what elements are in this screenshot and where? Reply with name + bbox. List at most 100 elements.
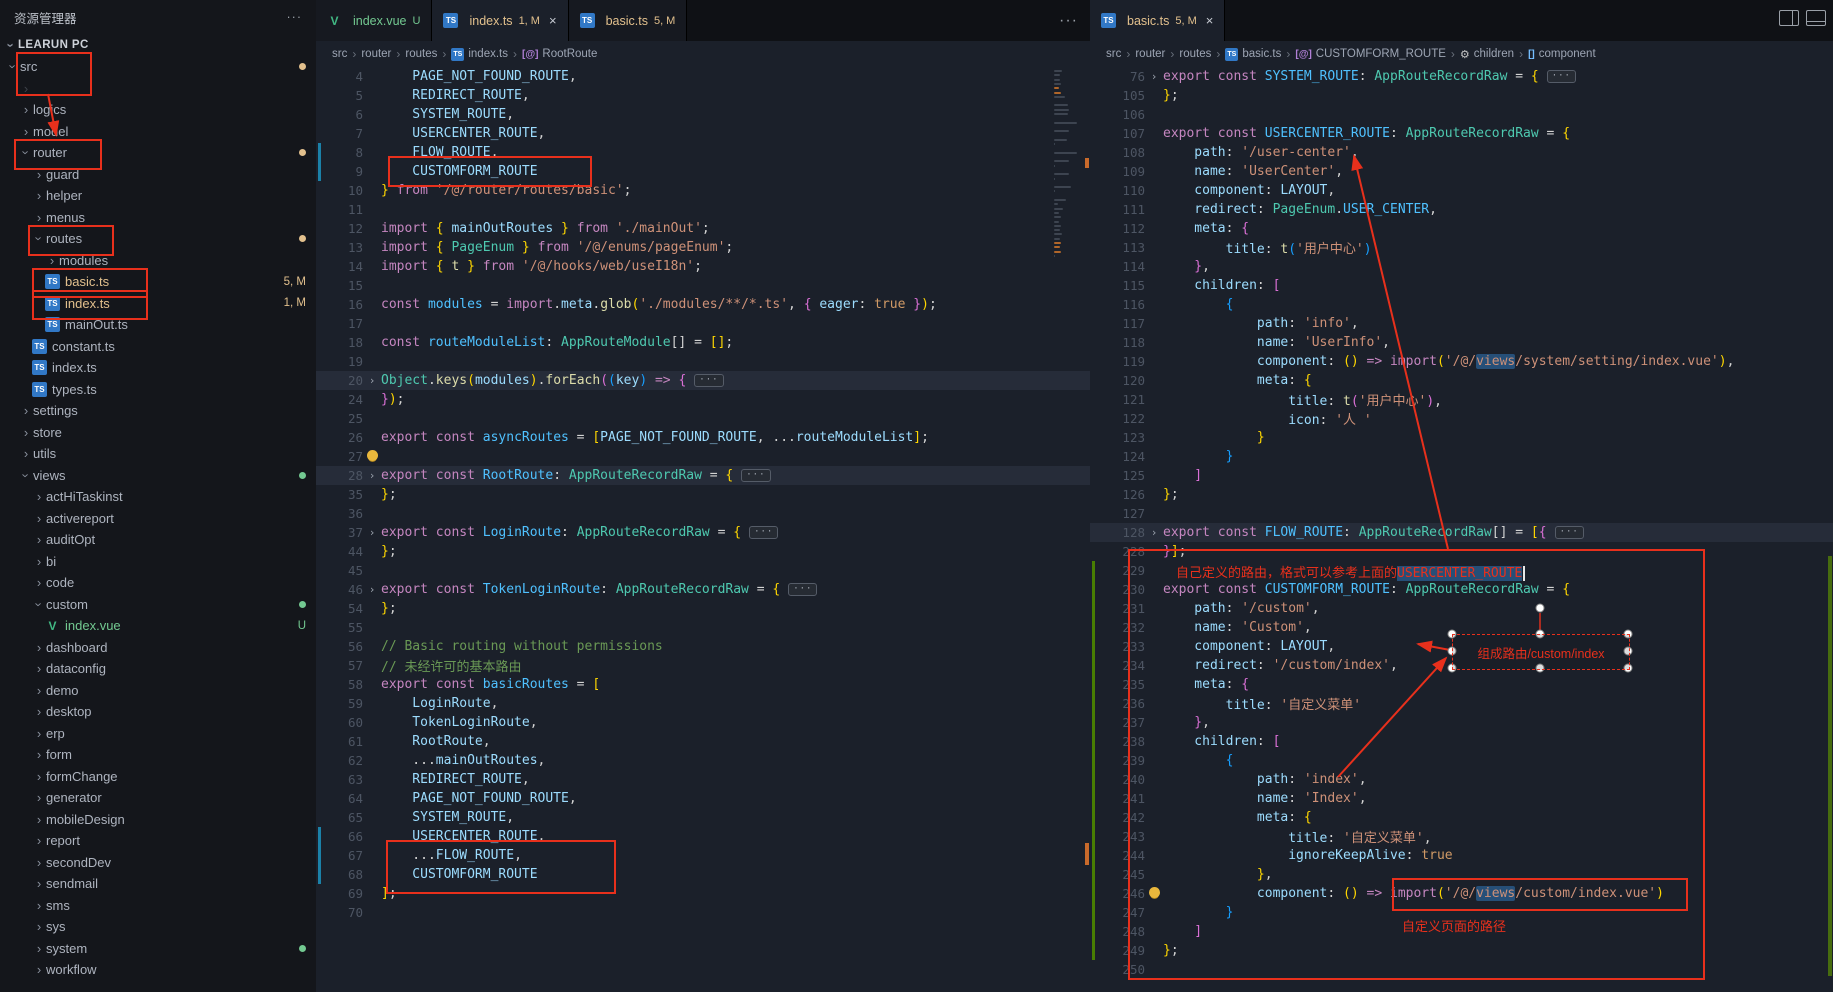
tree-item-code[interactable]: ›code xyxy=(0,572,316,594)
tree-item-sms[interactable]: ›sms xyxy=(0,895,316,917)
code-line-54[interactable]: 54}; xyxy=(316,599,1090,618)
tree-item-dashboard[interactable]: ›dashboard xyxy=(0,637,316,659)
folded-region-badge[interactable]: ··· xyxy=(694,374,723,387)
breadcrumb-item-src[interactable]: src xyxy=(1106,48,1121,60)
close-icon[interactable]: × xyxy=(549,13,557,28)
fold-chevron-icon[interactable]: › xyxy=(363,374,381,387)
code-line-116[interactable]: 116 { xyxy=(1090,295,1833,314)
code-line-68[interactable]: 68 CUSTOMFORM_ROUTE xyxy=(316,865,1090,884)
workspace-root[interactable]: › LEARUN PC xyxy=(0,34,316,56)
code-line-117[interactable]: 117 path: 'info', xyxy=(1090,314,1833,333)
code-line-248[interactable]: 248 ] xyxy=(1090,922,1833,941)
folded-region-badge[interactable]: ··· xyxy=(1547,70,1576,83)
breadcrumb-item-CUSTOMFORM_ROUTE[interactable]: [@]CUSTOMFORM_ROUTE xyxy=(1295,48,1446,60)
code-line-26[interactable]: 26export const asyncRoutes = [PAGE_NOT_F… xyxy=(316,428,1090,447)
tree-item-model[interactable]: ›model xyxy=(0,121,316,143)
code-line-28[interactable]: 28›export const RootRoute: AppRouteRecor… xyxy=(316,466,1090,485)
code-line-46[interactable]: 46›export const TokenLoginRoute: AppRout… xyxy=(316,580,1090,599)
tree-item-logics[interactable]: ›logics xyxy=(0,99,316,121)
tree-item-constant.ts[interactable]: TSconstant.ts xyxy=(0,336,316,358)
tree-item-auditOpt[interactable]: ›auditOpt xyxy=(0,529,316,551)
tree-item-types.ts[interactable]: TStypes.ts xyxy=(0,379,316,401)
fold-chevron-icon[interactable]: › xyxy=(363,526,381,539)
folded-region-badge[interactable]: ··· xyxy=(749,526,778,539)
code-line-56[interactable]: 56// Basic routing without permissions xyxy=(316,637,1090,656)
code-line-45[interactable]: 45 xyxy=(316,561,1090,580)
code-line-241[interactable]: 241 name: 'Index', xyxy=(1090,789,1833,808)
tree-item-src[interactable]: ›src xyxy=(0,56,316,78)
code-line-36[interactable]: 36 xyxy=(316,504,1090,523)
code-line-112[interactable]: 112 meta: { xyxy=(1090,219,1833,238)
code-line-16[interactable]: 16const modules = import.meta.glob('./mo… xyxy=(316,295,1090,314)
tab-index.vue[interactable]: Vindex.vueU xyxy=(316,0,432,41)
code-line-238[interactable]: 238 children: [ xyxy=(1090,732,1833,751)
lightbulb-icon[interactable] xyxy=(367,450,378,461)
code-line-110[interactable]: 110 component: LAYOUT, xyxy=(1090,181,1833,200)
code-line-69[interactable]: 69]; xyxy=(316,884,1090,903)
tree-item-dataconfig[interactable]: ›dataconfig xyxy=(0,658,316,680)
tree-item-formChange[interactable]: ›formChange xyxy=(0,766,316,788)
layout-icon[interactable] xyxy=(1806,10,1826,26)
code-line-114[interactable]: 114 }, xyxy=(1090,257,1833,276)
code-line-243[interactable]: 243 title: '自定义菜单', xyxy=(1090,827,1833,846)
breadcrumb-item-routes[interactable]: routes xyxy=(405,48,437,60)
code-line-59[interactable]: 59 LoginRoute, xyxy=(316,694,1090,713)
code-line-229[interactable]: 229 xyxy=(1090,561,1833,580)
tree-item-store[interactable]: ›store xyxy=(0,422,316,444)
code-line-15[interactable]: 15 xyxy=(316,276,1090,295)
code-line-247[interactable]: 247 } xyxy=(1090,903,1833,922)
code-line-125[interactable]: 125 ] xyxy=(1090,466,1833,485)
code-line-17[interactable]: 17 xyxy=(316,314,1090,333)
code-line-126[interactable]: 126}; xyxy=(1090,485,1833,504)
code-line-121[interactable]: 121 title: t('用户中心'), xyxy=(1090,390,1833,409)
code-line-12[interactable]: 12import { mainOutRoutes } from './mainO… xyxy=(316,219,1090,238)
tree-item-menus[interactable]: ›menus xyxy=(0,207,316,229)
tree-item-guard[interactable]: ›guard xyxy=(0,164,316,186)
code-line-231[interactable]: 231 path: '/custom', xyxy=(1090,599,1833,618)
code-line-236[interactable]: 236 title: '自定义菜单' xyxy=(1090,694,1833,713)
tree-item-views[interactable]: ›views xyxy=(0,465,316,487)
tree-item-index.ts[interactable]: TSindex.ts xyxy=(0,357,316,379)
code-line-35[interactable]: 35}; xyxy=(316,485,1090,504)
fold-chevron-icon[interactable]: › xyxy=(363,583,381,596)
code-line-76[interactable]: 76›export const SYSTEM_ROUTE: AppRouteRe… xyxy=(1090,67,1833,86)
more-actions-icon[interactable]: ··· xyxy=(1059,12,1090,30)
tree-item-settings[interactable]: ›settings xyxy=(0,400,316,422)
code-line-234[interactable]: 234 redirect: '/custom/index', xyxy=(1090,656,1833,675)
tab-basic.ts[interactable]: TSbasic.ts5, M× xyxy=(1090,0,1225,41)
code-line-57[interactable]: 57// 未经许可的基本路由 xyxy=(316,656,1090,675)
close-icon[interactable]: × xyxy=(1206,13,1214,28)
tree-item-form[interactable]: ›form xyxy=(0,744,316,766)
lightbulb-icon[interactable] xyxy=(1149,887,1160,898)
tree-item-report[interactable]: ›report xyxy=(0,830,316,852)
code-line-108[interactable]: 108 path: '/user-center', xyxy=(1090,143,1833,162)
tree-item-bi[interactable]: ›bi xyxy=(0,551,316,573)
code-line-65[interactable]: 65 SYSTEM_ROUTE, xyxy=(316,808,1090,827)
tree-item-system[interactable]: ›system xyxy=(0,938,316,960)
tree-item-index.ts[interactable]: TSindex.ts1, M xyxy=(0,293,316,315)
tree-item-sys[interactable]: ›sys xyxy=(0,916,316,938)
code-line-113[interactable]: 113 title: t('用户中心') xyxy=(1090,238,1833,257)
code-line-111[interactable]: 111 redirect: PageEnum.USER_CENTER, xyxy=(1090,200,1833,219)
code-line-25[interactable]: 25 xyxy=(316,409,1090,428)
tree-item-secondDev[interactable]: ›secondDev xyxy=(0,852,316,874)
code-line-242[interactable]: 242 meta: { xyxy=(1090,808,1833,827)
code-line-20[interactable]: 20›Object.keys(modules).forEach((key) =>… xyxy=(316,371,1090,390)
fold-chevron-icon[interactable]: › xyxy=(1145,70,1163,83)
tree-item-erp[interactable]: ›erp xyxy=(0,723,316,745)
code-line-249[interactable]: 249}; xyxy=(1090,941,1833,960)
code-line-250[interactable]: 250 xyxy=(1090,960,1833,979)
tab-index.ts[interactable]: TSindex.ts1, M× xyxy=(432,0,568,41)
code-line-235[interactable]: 235 meta: { xyxy=(1090,675,1833,694)
tree-item-workflow[interactable]: ›workflow xyxy=(0,959,316,981)
code-line-44[interactable]: 44}; xyxy=(316,542,1090,561)
folded-region-badge[interactable]: ··· xyxy=(1555,526,1584,539)
code-line-37[interactable]: 37›export const LoginRoute: AppRouteReco… xyxy=(316,523,1090,542)
code-line-122[interactable]: 122 icon: '人 ' xyxy=(1090,409,1833,428)
code-line-119[interactable]: 119 component: () => import('/@/views/sy… xyxy=(1090,352,1833,371)
code-line-63[interactable]: 63 REDIRECT_ROUTE, xyxy=(316,770,1090,789)
code-line-244[interactable]: 244 ignoreKeepAlive: true xyxy=(1090,846,1833,865)
fold-chevron-icon[interactable]: › xyxy=(1145,526,1163,539)
more-actions-icon[interactable]: ··· xyxy=(287,10,303,24)
code-line-128[interactable]: 128›export const FLOW_ROUTE: AppRouteRec… xyxy=(1090,523,1833,542)
